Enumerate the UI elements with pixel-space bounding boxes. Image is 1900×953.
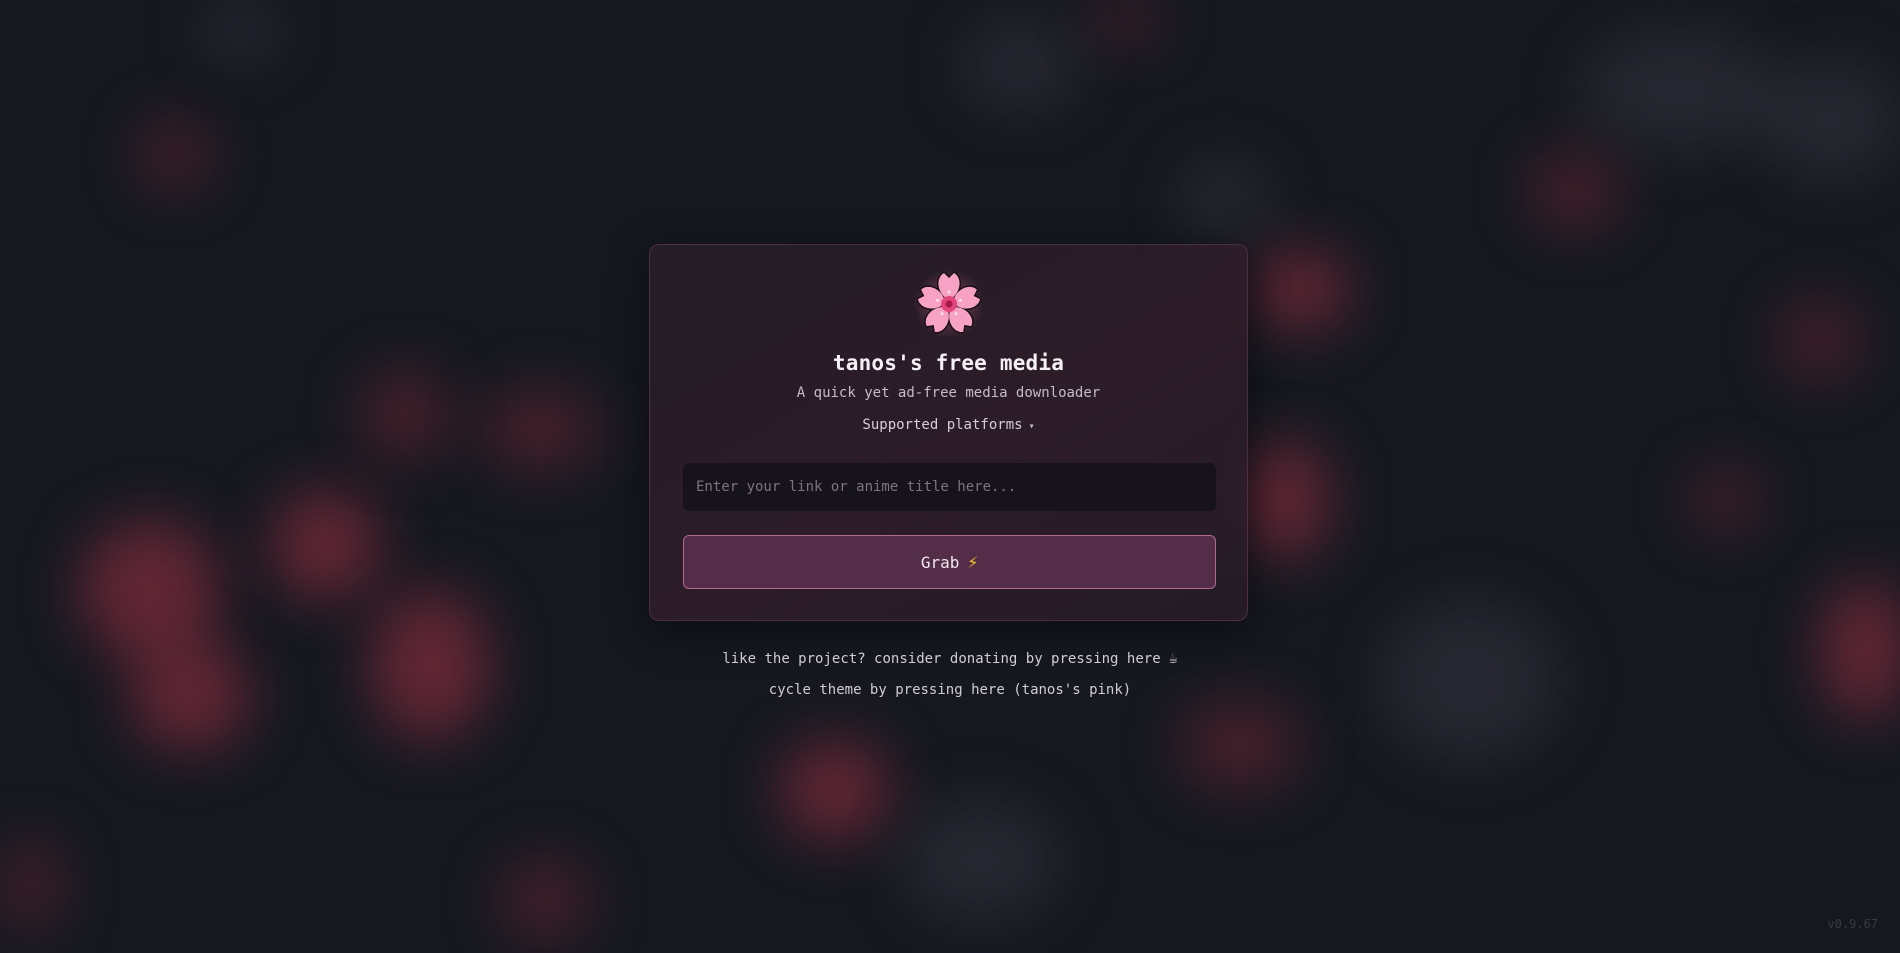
coffee-icon: ☕ xyxy=(1168,649,1178,667)
search-input[interactable] xyxy=(683,463,1216,511)
donate-text: like the project? consider donating by p… xyxy=(722,651,1161,667)
lightning-icon: ⚡ xyxy=(967,551,979,573)
cycle-theme-link[interactable]: cycle theme by pressing here (tanos's pi… xyxy=(0,682,1900,698)
cherry-blossom-icon xyxy=(914,267,984,339)
supported-platforms-label: Supported platforms xyxy=(862,417,1023,433)
cycle-theme-text: cycle theme by pressing here (tanos's pi… xyxy=(768,682,1132,698)
grab-button-label: Grab xyxy=(920,552,960,572)
donate-link[interactable]: like the project? consider donating by p… xyxy=(0,649,1900,667)
app-subtitle: A quick yet ad-free media downloader xyxy=(796,385,1101,401)
grab-button[interactable]: Grab ⚡ xyxy=(683,535,1216,589)
version-label: v0.9.67 xyxy=(1827,917,1878,931)
downloader-card: tanos's free media A quick yet ad-free m… xyxy=(649,244,1248,621)
supported-platforms-toggle[interactable]: Supported platforms ▾ xyxy=(650,417,1247,433)
chevron-down-icon: ▾ xyxy=(1028,421,1035,432)
app-title: tanos's free media xyxy=(832,351,1065,375)
